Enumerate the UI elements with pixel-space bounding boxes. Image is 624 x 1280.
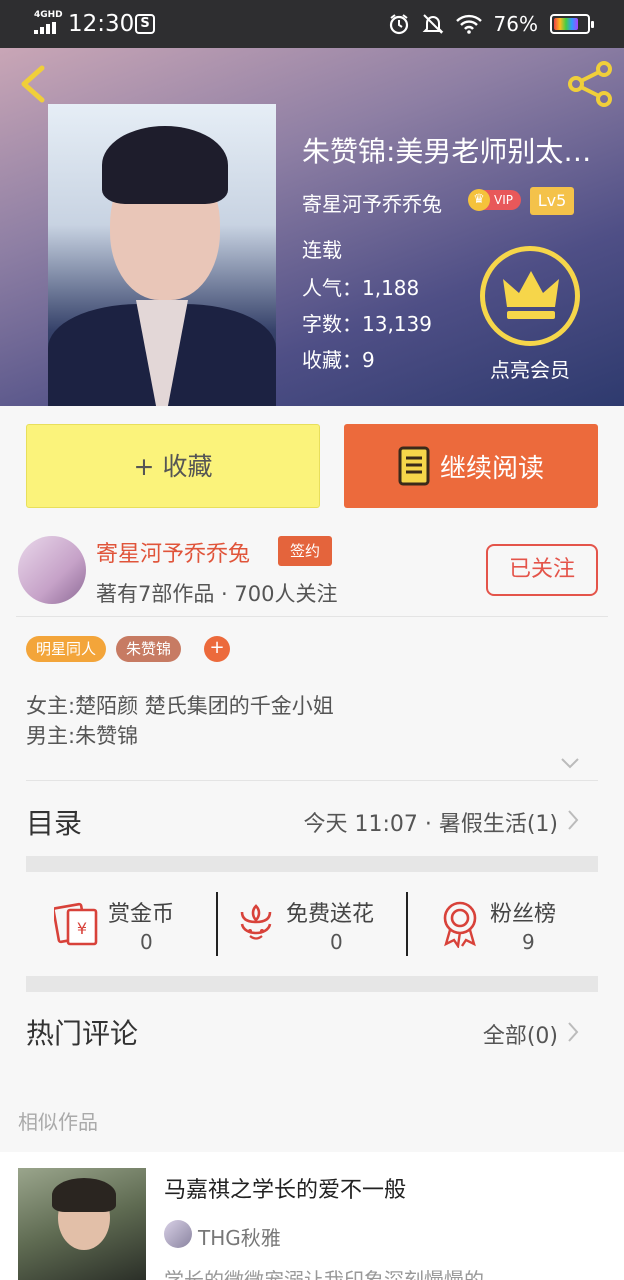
divider [216, 892, 218, 956]
battery-icon [550, 14, 594, 34]
wifi-icon [455, 14, 482, 34]
gift-count: 9 [522, 930, 535, 954]
app-notification-icon: S [135, 14, 155, 34]
similar-author-avatar [164, 1220, 192, 1248]
section-separator [26, 976, 598, 992]
author-avatar[interactable] [18, 536, 86, 604]
expand-chevron-icon[interactable] [560, 756, 580, 770]
signal-icon [34, 22, 58, 34]
signed-badge: 签约 [278, 536, 332, 566]
intro-line: 女主:楚陌颜 楚氏集团的千金小姐 [26, 694, 334, 718]
flower-icon [240, 904, 272, 940]
member-label[interactable]: 点亮会员 [470, 354, 590, 383]
continue-reading-label: 继续阅读 [439, 453, 544, 484]
book-header: 朱赞锦:美男老师别太… 寄星河予乔乔兔 ♛ VIP Lv5 连载 人气：1,18… [0, 48, 624, 406]
divider [16, 616, 608, 617]
gift-label: 免费送花 [286, 902, 375, 927]
member-crown-button[interactable] [480, 246, 580, 346]
catalog-latest[interactable]: 今天 11:07 · 暑假生活(1) [303, 806, 558, 838]
book-cover[interactable] [48, 104, 276, 406]
red-envelope-icon: ¥ [54, 902, 98, 946]
comments-title: 热门评论 [26, 1017, 139, 1050]
similar-book-author[interactable]: THG秋雅 [198, 1222, 281, 1251]
level-badge: Lv5 [530, 187, 574, 215]
battery-level [554, 18, 579, 30]
medal-icon [443, 901, 477, 948]
book-icon [398, 446, 430, 486]
network-type: 4GHD [34, 10, 63, 20]
section-separator [26, 856, 598, 872]
gift-label: 赏金币 [108, 902, 175, 927]
similar-book-cover[interactable] [18, 1168, 146, 1280]
gift-count: 0 [330, 930, 343, 954]
gift-fan-ranking[interactable]: 粉丝榜 9 [440, 892, 590, 956]
book-title: 朱赞锦:美男老师别太… [302, 135, 592, 168]
clock: 12:30 [68, 11, 135, 37]
mute-icon [422, 14, 443, 34]
gift-coins[interactable]: ¥ 赏金币 0 [54, 892, 204, 956]
gift-label: 粉丝榜 [490, 902, 557, 927]
vip-crown-icon: ♛ [468, 189, 490, 211]
vip-badge: ♛ VIP [468, 187, 521, 213]
book-favorites: 收藏：9 [302, 348, 375, 372]
book-author[interactable]: 寄星河予乔乔兔 [302, 188, 442, 217]
favorite-button[interactable]: + 收藏 [26, 424, 320, 508]
book-word-count: 字数：13,139 [302, 312, 432, 336]
similar-section-label: 相似作品 [18, 1110, 98, 1134]
crown-icon [503, 271, 559, 319]
status-bar: 4GHD 12:30 S 76% [0, 0, 624, 48]
all-comments-link[interactable]: 全部(0) [483, 1018, 558, 1050]
divider [26, 780, 598, 781]
book-popularity: 人气：1,188 [302, 276, 420, 300]
gift-count: 0 [140, 930, 153, 954]
similar-book-title[interactable]: 马嘉祺之学长的爱不一般 [164, 1172, 406, 1204]
share-icon[interactable] [566, 60, 614, 108]
intro-line: 男主:朱赞锦 [26, 724, 139, 748]
gift-flowers[interactable]: 免费送花 0 [236, 892, 396, 956]
alarm-icon [389, 14, 408, 35]
back-arrow-icon[interactable] [16, 64, 50, 104]
battery-percent: 76% [493, 12, 538, 36]
catalog-title[interactable]: 目录 [26, 802, 82, 842]
tag-chip[interactable]: 明星同人 [26, 636, 107, 662]
svg-text:¥: ¥ [77, 919, 87, 938]
status-right: 76% [388, 11, 594, 37]
author-name[interactable]: 寄星河予乔乔兔 [96, 536, 250, 568]
divider [406, 892, 408, 956]
author-meta: 著有7部作品 · 700人关注 [96, 582, 338, 606]
follow-button[interactable]: 已关注 [486, 544, 598, 596]
add-tag-button[interactable]: + [204, 636, 230, 662]
chevron-right-icon[interactable] [566, 808, 580, 832]
similar-book-desc: 学长的微微宠溺让我印象深刻慢慢的 [164, 1268, 484, 1280]
tag-chip[interactable]: 朱赞锦 [116, 636, 182, 662]
continue-reading-button[interactable]: 继续阅读 [344, 424, 598, 508]
chevron-right-icon[interactable] [566, 1020, 580, 1044]
book-status: 连载 [302, 238, 342, 262]
